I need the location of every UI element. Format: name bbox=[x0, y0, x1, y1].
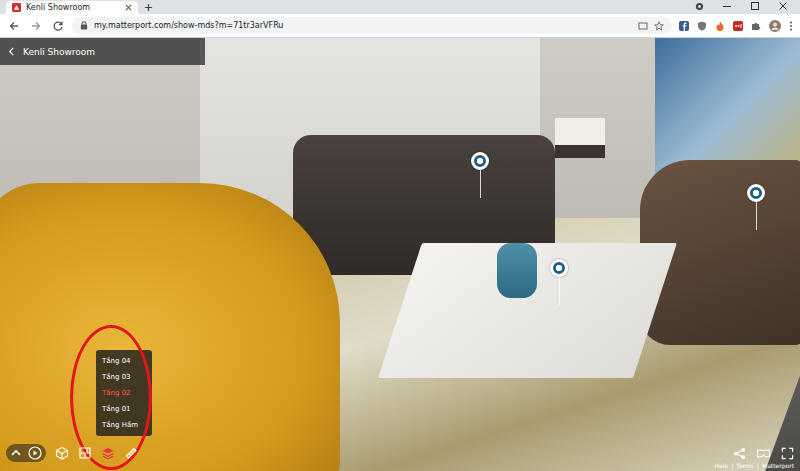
pin-stem bbox=[756, 202, 757, 230]
pin-stem bbox=[559, 277, 560, 305]
facebook-extension-icon[interactable] bbox=[679, 21, 689, 31]
tag-pin[interactable] bbox=[550, 259, 568, 277]
vr-headset-icon[interactable] bbox=[756, 447, 771, 460]
footer-link[interactable]: Matterport bbox=[762, 462, 794, 469]
floors-icon[interactable] bbox=[101, 446, 115, 460]
lock-icon bbox=[80, 21, 88, 30]
footer-link[interactable]: Terms bbox=[736, 462, 754, 469]
close-window-icon[interactable] bbox=[778, 1, 788, 11]
address-bar[interactable]: my.matterport.com/show-mds?m=71tr3arVFRu bbox=[72, 17, 672, 34]
tab-title: Kenli Showroom bbox=[26, 3, 120, 12]
fullscreen-icon[interactable] bbox=[781, 447, 794, 460]
floor-item[interactable]: Tầng 03 bbox=[96, 369, 152, 385]
tab-strip: Kenli Showroom bbox=[0, 0, 800, 14]
floor-item[interactable]: Tầng 04 bbox=[96, 353, 152, 369]
fire-extension-icon[interactable] bbox=[715, 21, 725, 31]
back-arrow-icon[interactable] bbox=[8, 20, 20, 32]
footer-links: Help|Terms|Matterport bbox=[715, 462, 794, 469]
close-tab-icon[interactable] bbox=[125, 4, 132, 11]
pin-stem bbox=[480, 170, 481, 198]
floor-item[interactable]: Tầng 02 bbox=[96, 385, 152, 401]
reload-icon[interactable] bbox=[52, 20, 64, 32]
forward-arrow-icon[interactable] bbox=[30, 20, 42, 32]
back-chevron-icon[interactable] bbox=[8, 47, 15, 56]
shield-extension-icon[interactable] bbox=[697, 21, 707, 31]
floor-menu: Tầng 04Tầng 03Tầng 02Tầng 01Tầng Hầm bbox=[96, 350, 152, 436]
tour-play-group bbox=[6, 444, 46, 462]
tour-controls bbox=[6, 444, 138, 462]
play-icon[interactable] bbox=[28, 446, 42, 460]
dollhouse-icon[interactable] bbox=[55, 446, 69, 460]
record-icon[interactable] bbox=[695, 2, 704, 11]
tag-pin[interactable] bbox=[747, 184, 765, 202]
share-icon[interactable] bbox=[733, 447, 746, 460]
minimize-icon[interactable] bbox=[722, 1, 732, 11]
maximize-icon[interactable] bbox=[750, 1, 760, 11]
menu-dots-icon[interactable] bbox=[789, 20, 793, 32]
measure-icon[interactable] bbox=[124, 446, 138, 460]
tag-pin[interactable] bbox=[471, 152, 489, 170]
lastpass-extension-icon[interactable] bbox=[733, 21, 743, 31]
tour-title-bar[interactable]: Kenli Showroom bbox=[0, 38, 205, 65]
profile-avatar-icon[interactable] bbox=[769, 20, 781, 32]
tour-title: Kenli Showroom bbox=[23, 47, 95, 57]
url-text: my.matterport.com/show-mds?m=71tr3arVFRu bbox=[94, 21, 283, 30]
view-icons bbox=[733, 447, 794, 460]
matterport-favicon-icon bbox=[12, 3, 21, 12]
footer-separator: | bbox=[757, 462, 759, 469]
floor-item[interactable]: Tầng Hầm bbox=[96, 417, 152, 433]
floorplan-icon[interactable] bbox=[78, 446, 92, 460]
tour-viewport[interactable]: Kenli ShowroomTầng 04Tầng 03Tầng 02Tầng … bbox=[0, 38, 800, 471]
cast-icon[interactable] bbox=[638, 21, 648, 31]
side-table bbox=[555, 118, 605, 208]
bookmark-star-icon[interactable] bbox=[654, 21, 664, 31]
new-tab-icon[interactable] bbox=[144, 3, 153, 12]
expand-chevron-icon[interactable] bbox=[10, 447, 22, 459]
yellow-chair bbox=[0, 183, 340, 471]
browser-window: Kenli Showroom my.matterport.com/show-mds… bbox=[0, 0, 800, 471]
extensions-puzzle-icon[interactable] bbox=[751, 21, 761, 31]
vase bbox=[497, 243, 537, 298]
footer-separator: | bbox=[731, 462, 733, 469]
floor-item[interactable]: Tầng 01 bbox=[96, 401, 152, 417]
browser-tab[interactable]: Kenli Showroom bbox=[6, 1, 138, 14]
footer-link[interactable]: Help bbox=[715, 462, 729, 469]
view-controls: Help|Terms|Matterport bbox=[715, 447, 794, 469]
browser-toolbar: my.matterport.com/show-mds?m=71tr3arVFRu bbox=[0, 14, 800, 38]
